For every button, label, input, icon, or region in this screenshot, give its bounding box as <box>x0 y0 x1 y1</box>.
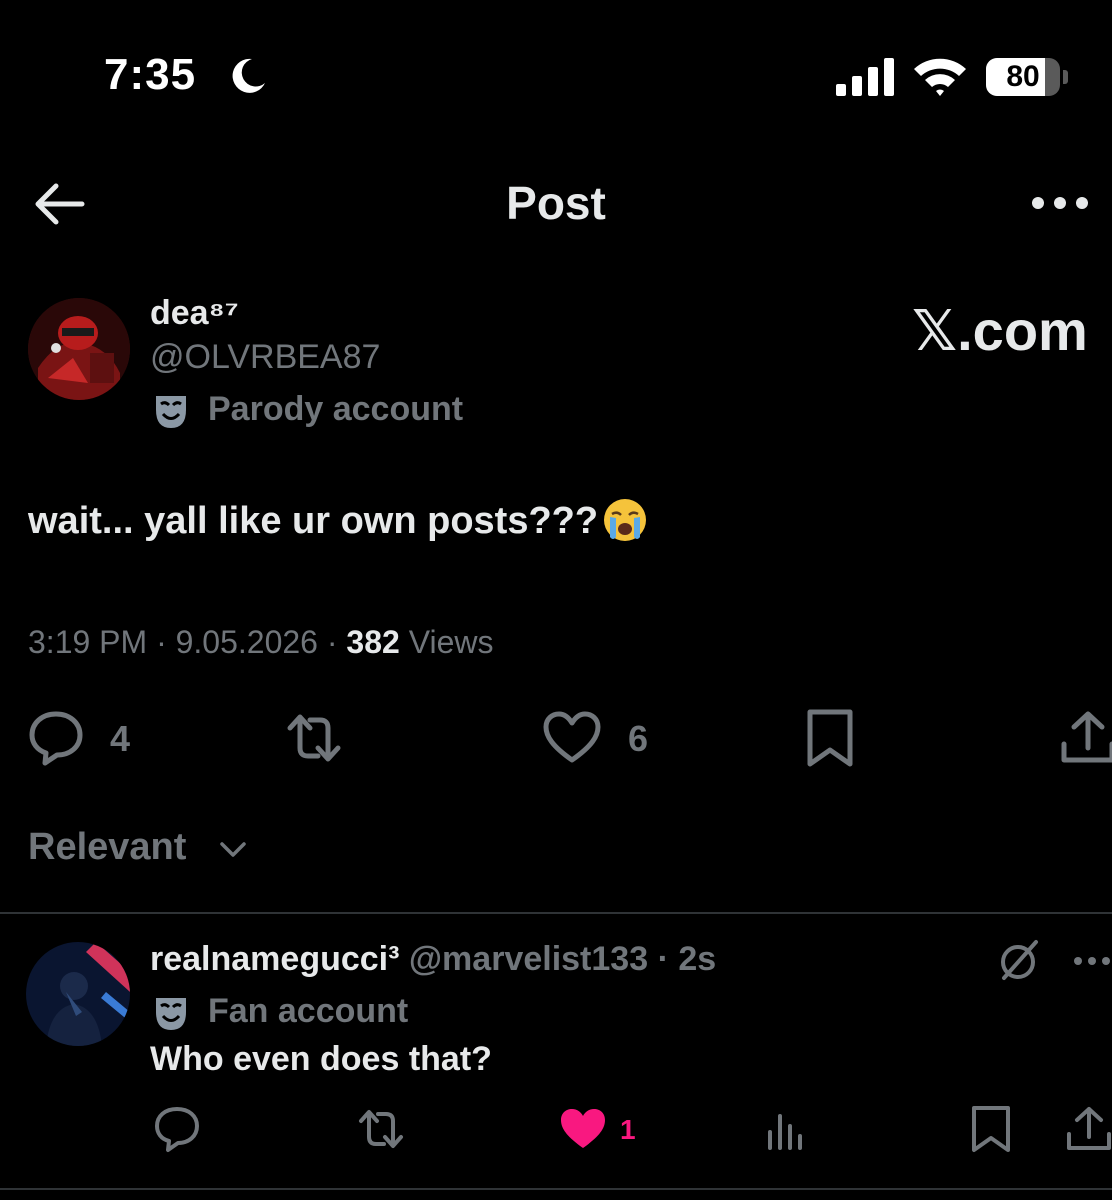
reply-time: 2s <box>678 940 717 978</box>
author-name[interactable]: dea⁸⁷ <box>150 294 239 333</box>
reply-like-count: 1 <box>620 1114 636 1145</box>
status-time: 7:35 <box>104 50 197 99</box>
reply-header: realnamegucci³ @marvelist133 · 2s <box>150 940 717 978</box>
reply-count: 4 <box>110 718 131 759</box>
share-icon[interactable] <box>1058 708 1112 768</box>
post-meta: 3:19 PM · 9.05.2026 · 382 Views <box>28 624 494 660</box>
grok-icon[interactable] <box>996 938 1040 982</box>
repost-icon[interactable] <box>284 708 344 768</box>
like-icon[interactable] <box>558 1104 608 1154</box>
reply-author-handle[interactable]: @marvelist133 <box>409 940 648 978</box>
author-handle[interactable]: @OLVRBEA87 <box>150 338 380 377</box>
page-title: Post <box>506 177 606 229</box>
post-date: 9.05.2026 <box>175 624 318 660</box>
mask-icon <box>156 998 186 1030</box>
repost-icon[interactable] <box>356 1104 406 1154</box>
divider <box>0 1188 1112 1190</box>
battery-level: 80 <box>1006 60 1040 93</box>
divider <box>0 912 1112 914</box>
more-icon[interactable] <box>1030 194 1090 212</box>
crying-emoji <box>604 499 646 541</box>
reply-icon[interactable] <box>152 1104 202 1154</box>
post-text: wait... yall like ur own posts??? <box>28 500 599 542</box>
reply-author-name[interactable]: realnamegucci³ <box>150 940 399 978</box>
bookmark-icon[interactable] <box>800 708 860 768</box>
parody-badge: Parody account <box>208 390 464 428</box>
views-icon[interactable] <box>762 1104 812 1154</box>
battery-icon: 80 <box>986 58 1068 96</box>
signal-icon <box>836 58 894 96</box>
avatar[interactable] <box>28 298 130 400</box>
like-icon[interactable] <box>542 708 602 768</box>
reply-avatar[interactable] <box>26 942 130 1046</box>
watermark-xcom: 𝕏.com <box>912 299 1088 362</box>
moon-icon <box>232 58 265 93</box>
views-count[interactable]: 382 <box>346 624 399 660</box>
chevron-down-icon[interactable] <box>218 834 248 864</box>
bookmark-icon[interactable] <box>966 1104 1016 1154</box>
share-icon[interactable] <box>1064 1104 1112 1154</box>
more-icon[interactable] <box>1072 954 1112 968</box>
sort-dropdown[interactable]: Relevant <box>28 826 186 869</box>
fan-badge: Fan account <box>208 992 409 1030</box>
reply-icon[interactable] <box>26 708 86 768</box>
post-timestamp: 3:19 PM <box>28 624 148 660</box>
mask-icon <box>156 396 186 428</box>
reply-text: Who even does that? <box>150 1040 492 1078</box>
wifi-icon <box>914 58 966 96</box>
views-label[interactable]: Views <box>409 624 494 660</box>
like-count: 6 <box>628 718 649 759</box>
